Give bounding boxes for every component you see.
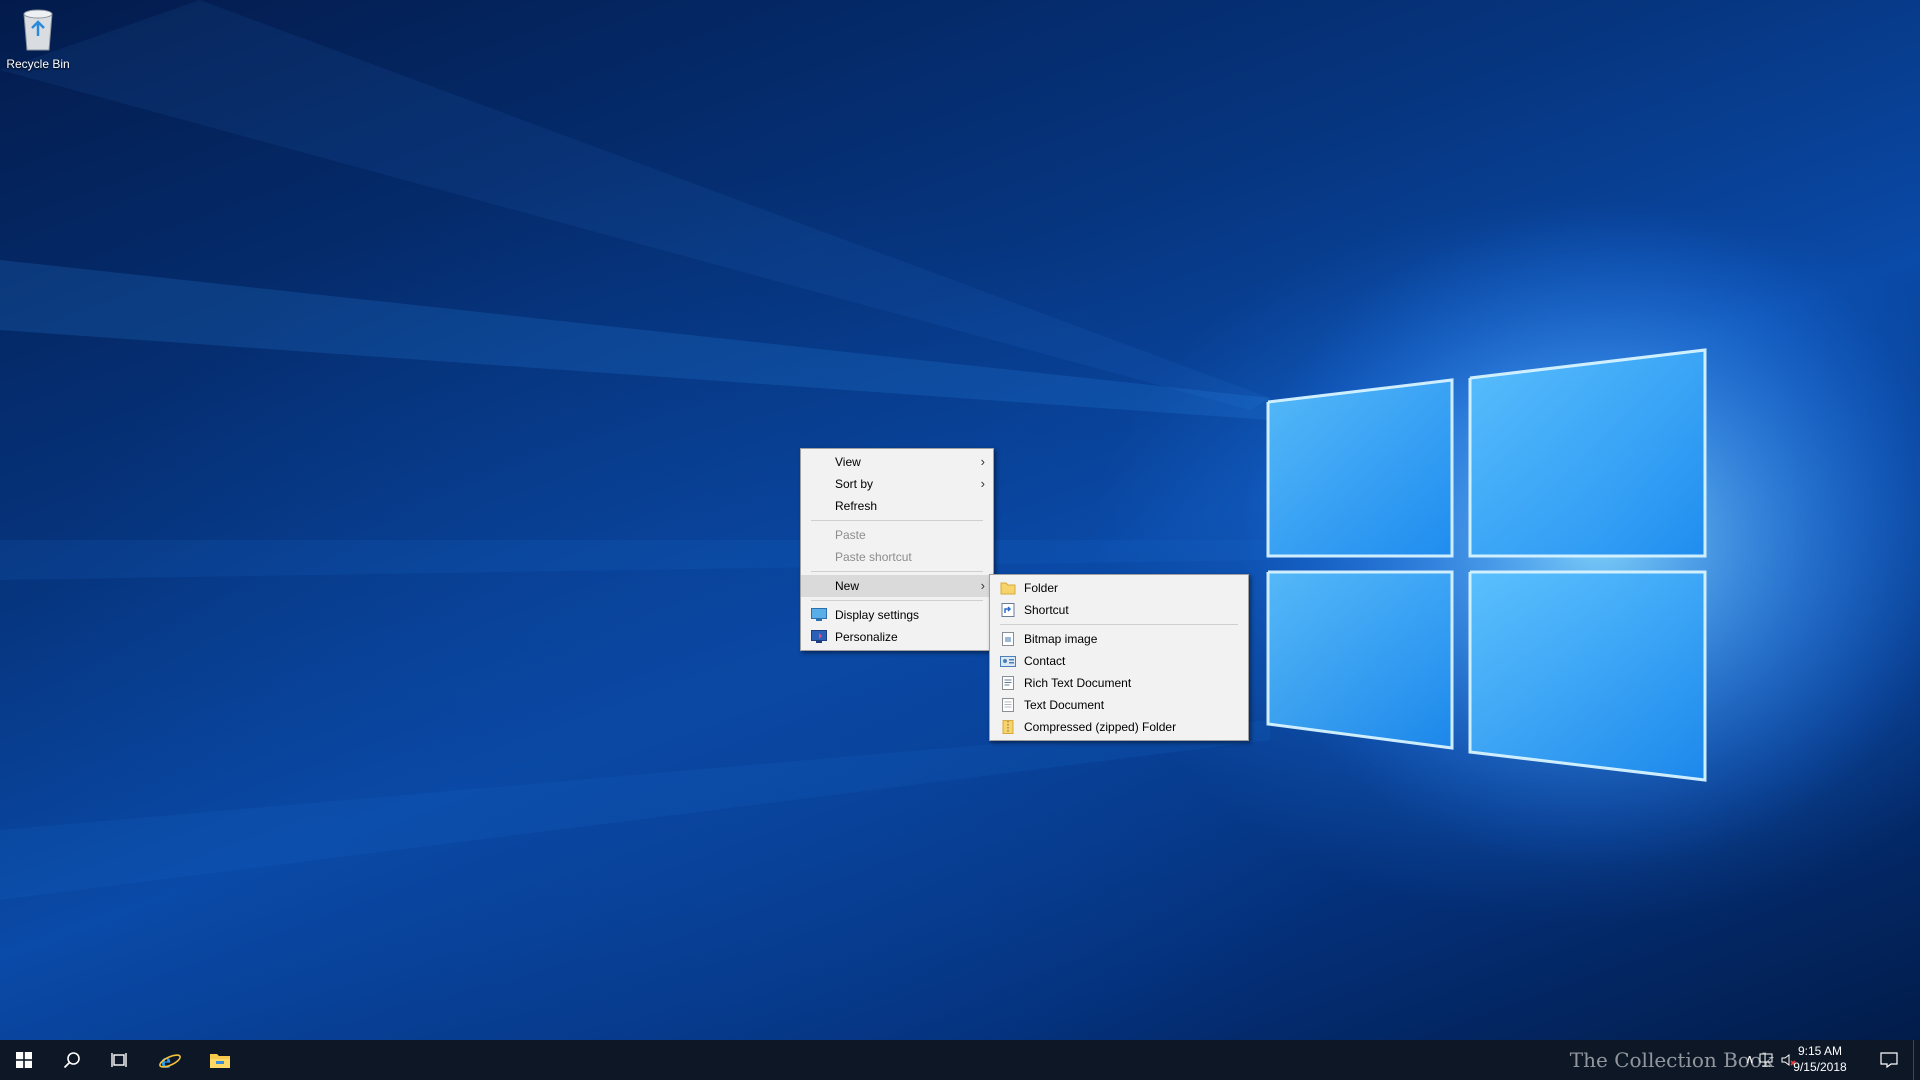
- clock-time: 9:15 AM: [1797, 1044, 1843, 1058]
- menu-item-label: New: [835, 579, 860, 593]
- menu-item-refresh[interactable]: Refresh: [801, 495, 993, 517]
- chevron-up-icon[interactable]: ∧: [1745, 1052, 1754, 1066]
- desktop[interactable]: Recycle Bin View › Sort by › Refresh Pas…: [0, 0, 1920, 1040]
- menu-item-label: Rich Text Document: [1024, 676, 1132, 690]
- search-button[interactable]: [48, 1040, 96, 1080]
- menu-separator: [811, 600, 983, 601]
- task-view-button[interactable]: [96, 1040, 144, 1080]
- menu-item-label: Refresh: [835, 499, 878, 513]
- menu-separator: [811, 571, 983, 572]
- menu-item-view[interactable]: View ›: [801, 451, 993, 473]
- menu-item-label: Shortcut: [1024, 603, 1069, 617]
- clock[interactable]: 9:15 AM 9/15/2018: [1780, 1043, 1860, 1075]
- submenu-item-shortcut[interactable]: Shortcut: [990, 599, 1248, 621]
- action-center-icon[interactable]: [1880, 1052, 1898, 1068]
- menu-item-label: Paste: [835, 528, 866, 542]
- chevron-right-icon: ›: [980, 476, 985, 491]
- submenu-item-contact[interactable]: Contact: [990, 650, 1248, 672]
- menu-item-label: Compressed (zipped) Folder: [1024, 720, 1177, 734]
- menu-item-personalize[interactable]: Personalize: [801, 626, 993, 648]
- show-desktop-button[interactable]: [1913, 1040, 1920, 1080]
- menu-item-label: View: [835, 455, 861, 469]
- menu-item-label: Text Document: [1024, 698, 1105, 712]
- rich-text-document-icon: [1002, 676, 1014, 690]
- menu-item-sort-by[interactable]: Sort by ›: [801, 473, 993, 495]
- menu-item-paste-shortcut: Paste shortcut: [801, 546, 993, 568]
- menu-item-paste: Paste: [801, 524, 993, 546]
- menu-item-display-settings[interactable]: Display settings: [801, 604, 993, 626]
- menu-item-label: Folder: [1024, 581, 1059, 595]
- menu-item-label: Sort by: [835, 477, 874, 491]
- menu-item-new[interactable]: New ›: [801, 575, 993, 597]
- menu-item-label: Contact: [1024, 654, 1066, 668]
- shortcut-icon: [1001, 603, 1015, 617]
- submenu-item-text-document[interactable]: Text Document: [990, 694, 1248, 716]
- start-button[interactable]: [0, 1040, 48, 1080]
- bitmap-image-icon: [1002, 632, 1014, 646]
- recycle-bin-label: Recycle Bin: [6, 57, 70, 71]
- windows-logo-icon: [16, 1052, 32, 1068]
- chevron-right-icon: ›: [980, 578, 985, 593]
- submenu-item-bitmap-image[interactable]: Bitmap image: [990, 628, 1248, 650]
- display-icon: [811, 608, 827, 621]
- submenu-item-compressed-folder[interactable]: Compressed (zipped) Folder: [990, 716, 1248, 738]
- menu-item-label: Bitmap image: [1024, 632, 1098, 646]
- personalize-icon: [811, 630, 827, 643]
- file-explorer-button[interactable]: [196, 1040, 244, 1080]
- menu-separator: [811, 520, 983, 521]
- menu-item-label: Paste shortcut: [835, 550, 912, 564]
- task-view-icon: [111, 1053, 127, 1067]
- new-submenu: Folder Shortcut Bitmap image Contact Ric…: [989, 574, 1249, 741]
- menu-separator: [1000, 624, 1238, 625]
- submenu-item-rich-text-document[interactable]: Rich Text Document: [990, 672, 1248, 694]
- internet-explorer-icon: e: [159, 1048, 181, 1072]
- internet-explorer-button[interactable]: e: [146, 1040, 194, 1080]
- recycle-bin-icon: [23, 9, 53, 51]
- desktop-context-menu: View › Sort by › Refresh Paste Paste sho…: [800, 448, 994, 651]
- clock-date: 9/15/2018: [1793, 1060, 1847, 1074]
- menu-item-label: Display settings: [835, 608, 920, 622]
- folder-icon: [1000, 582, 1016, 595]
- chevron-right-icon: ›: [980, 454, 985, 469]
- submenu-item-folder[interactable]: Folder: [990, 577, 1248, 599]
- recycle-bin-shortcut[interactable]: Recycle Bin: [4, 6, 72, 71]
- menu-item-label: Personalize: [835, 630, 898, 644]
- text-document-icon: [1002, 698, 1014, 712]
- zipped-folder-icon: [1002, 720, 1014, 734]
- contact-icon: [1000, 656, 1016, 667]
- search-icon: [63, 1052, 80, 1069]
- network-icon[interactable]: [1758, 1052, 1774, 1068]
- taskbar: e The Collection Book ∧ 9:15 AM 9/15/201…: [0, 1040, 1920, 1080]
- file-explorer-icon: [210, 1054, 230, 1068]
